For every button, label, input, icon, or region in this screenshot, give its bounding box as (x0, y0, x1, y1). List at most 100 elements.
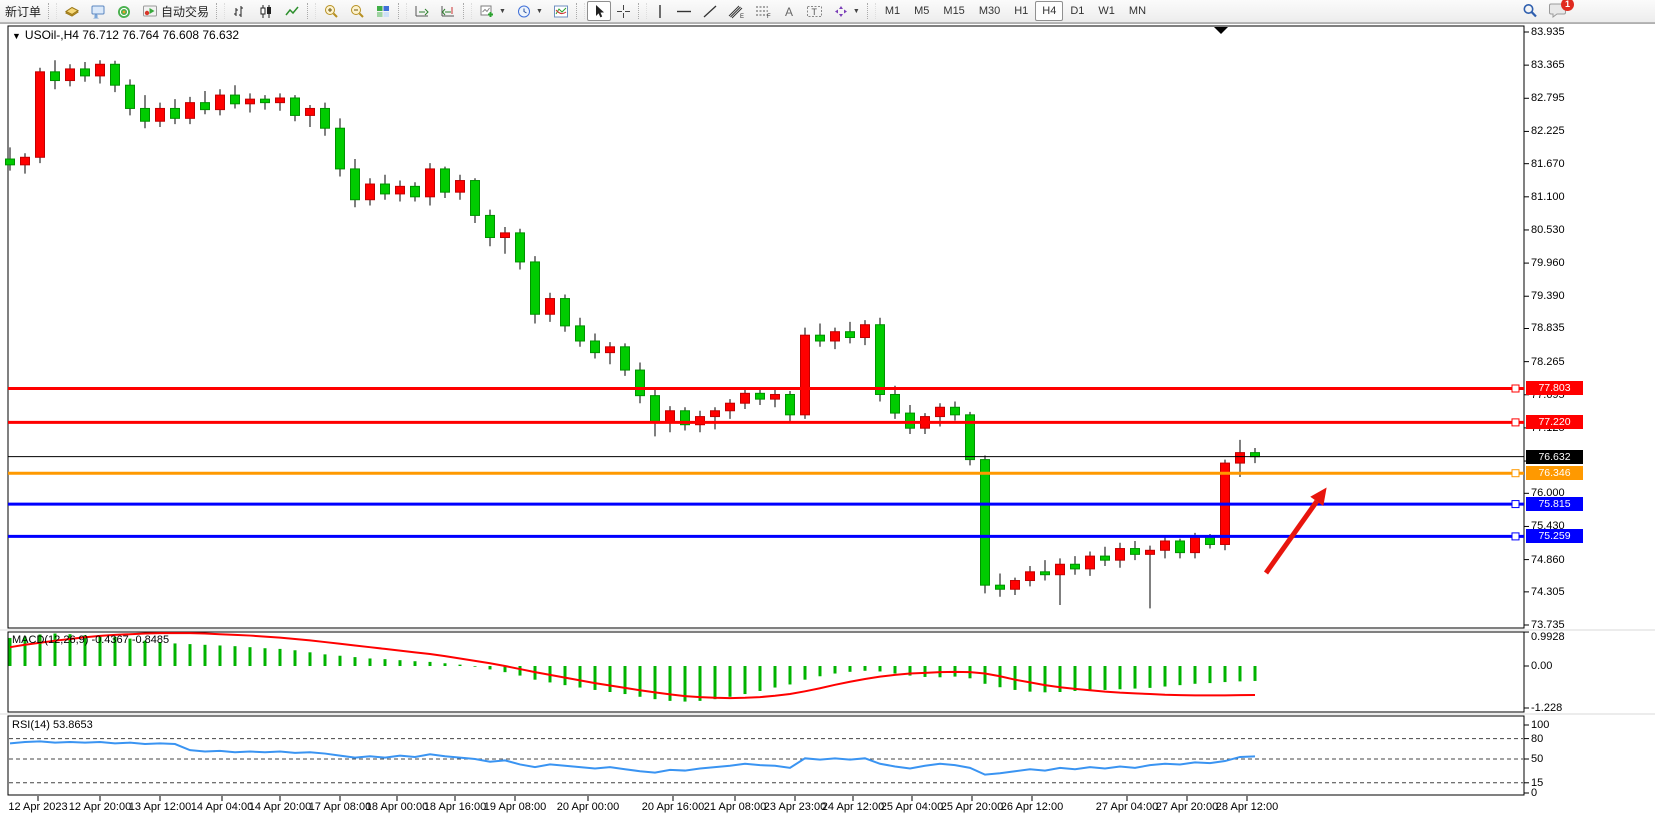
gold-book-icon-button[interactable] (59, 1, 85, 21)
pane-separator[interactable] (0, 713, 1655, 715)
autotrading-label: 自动交易 (161, 3, 209, 20)
tile-windows-icon (375, 4, 391, 19)
bar-chart-type-button[interactable] (227, 1, 253, 21)
macd-axis-label: 0.9928 (1531, 631, 1565, 643)
rsi-axis-label: 0 (1531, 787, 1537, 799)
signal-icon-button[interactable] (111, 1, 137, 21)
equidistant-channel-icon: E (728, 4, 745, 19)
timeframe-M15[interactable]: M15 (936, 1, 971, 21)
candle-body (291, 98, 300, 115)
candle-body (606, 347, 615, 353)
toolbar-grip (463, 3, 472, 19)
indicators-icon (553, 4, 569, 19)
macd-axis-label: 0.00 (1531, 660, 1552, 672)
time-axis-label: 26 Apr 12:00 (1001, 801, 1063, 813)
line-endpoint-handle[interactable] (1512, 533, 1519, 540)
new-order-button[interactable]: 新订单 (0, 1, 46, 21)
trendline-tool-button[interactable] (697, 1, 723, 21)
search-button[interactable] (1517, 1, 1543, 21)
bar-chart-icon (232, 4, 248, 19)
candle-body (201, 103, 210, 110)
candle-body (1056, 564, 1065, 574)
price-axis-label: 78.265 (1531, 356, 1565, 368)
candle-body (576, 326, 585, 341)
fibonacci-tool-button[interactable]: F (750, 1, 777, 21)
candle-body (846, 332, 855, 338)
timeframe-H4[interactable]: H4 (1035, 1, 1063, 21)
period-clock-button[interactable]: ▼ (511, 1, 548, 21)
toolbar-right: 1 (1517, 1, 1567, 21)
autotrading-button[interactable]: 自动交易 (137, 1, 214, 21)
tile-windows-button[interactable] (370, 1, 396, 21)
vertical-line-icon (654, 4, 666, 19)
price-tag: 75.815 (1526, 497, 1583, 511)
candle-body (426, 169, 435, 197)
auto-scroll-icon (414, 4, 430, 19)
chart-canvas[interactable] (0, 0, 1655, 825)
price-axis-label: 74.860 (1531, 554, 1565, 566)
macd-pane-border (8, 632, 1524, 712)
candle-body (81, 69, 90, 76)
line-endpoint-handle[interactable] (1512, 501, 1519, 508)
timeframe-MN[interactable]: MN (1122, 1, 1153, 21)
indicators-button[interactable] (548, 1, 574, 21)
cursor-tool-button[interactable] (587, 1, 611, 21)
vertical-line-tool-button[interactable] (649, 1, 671, 21)
candle-body (1086, 556, 1095, 569)
price-axis-label: 79.390 (1531, 290, 1565, 302)
timeframe-M1[interactable]: M1 (878, 1, 907, 21)
crosshair-tool-button[interactable] (611, 1, 636, 21)
horizontal-line-tool-button[interactable] (671, 1, 697, 21)
candle-body (531, 262, 540, 314)
price-tag: 76.632 (1526, 450, 1583, 464)
toolbar-grip (216, 3, 225, 19)
arrows-tool-button[interactable]: ▼ (828, 1, 865, 21)
timeframe-D1[interactable]: D1 (1063, 1, 1091, 21)
candle-body (1236, 453, 1245, 463)
timeframe-H1[interactable]: H1 (1007, 1, 1035, 21)
chart-shift-button[interactable] (435, 1, 461, 21)
candlestick-chart-type-button[interactable] (253, 1, 279, 21)
line-chart-type-button[interactable] (279, 1, 305, 21)
zoom-in-button[interactable] (318, 1, 344, 21)
candle-body (261, 99, 270, 102)
candle-body (741, 393, 750, 403)
pane-separator[interactable] (0, 629, 1655, 631)
time-axis-label: 25 Apr 04:00 (881, 801, 943, 813)
candle-body (666, 411, 675, 423)
zoom-out-button[interactable] (344, 1, 370, 21)
line-endpoint-handle[interactable] (1512, 470, 1519, 477)
notification-badge: 1 (1561, 0, 1574, 11)
line-endpoint-handle[interactable] (1512, 385, 1519, 392)
equidistant-channel-tool-button[interactable]: E (723, 1, 750, 21)
time-axis-label: 18 Apr 16:00 (424, 801, 486, 813)
search-icon (1522, 3, 1538, 19)
candle-body (726, 403, 735, 411)
line-endpoint-handle[interactable] (1512, 419, 1519, 426)
candle-body (1071, 564, 1080, 569)
candlestick-chart-icon (258, 4, 274, 19)
timeframe-M30[interactable]: M30 (972, 1, 1007, 21)
toolbar-grip (867, 3, 876, 19)
time-axis-label: 24 Apr 12:00 (822, 801, 884, 813)
candle-body (621, 347, 630, 370)
time-axis-label: 14 Apr 04:00 (191, 801, 253, 813)
timeframe-M5[interactable]: M5 (907, 1, 936, 21)
text-label-icon: T (806, 4, 823, 19)
text-label-tool-button[interactable]: T (801, 1, 828, 21)
market-watch-icon-button[interactable] (85, 1, 111, 21)
price-axis-label: 80.530 (1531, 224, 1565, 236)
candle-body (651, 396, 660, 423)
candle-body (501, 233, 510, 238)
chart-shift-icon (440, 4, 456, 19)
candle-body (171, 108, 180, 118)
new-chart-button[interactable]: ▼ (474, 1, 511, 21)
candle-body (786, 394, 795, 414)
symbol-dropdown-arrow-icon[interactable]: ▼ (12, 31, 21, 41)
zoom-in-icon (323, 4, 339, 19)
chat-button[interactable]: 1 (1549, 2, 1567, 21)
auto-scroll-button[interactable] (409, 1, 435, 21)
timeframe-W1[interactable]: W1 (1091, 1, 1122, 21)
text-tool-button[interactable]: A (777, 1, 801, 21)
dropdown-arrow-icon: ▼ (853, 8, 860, 15)
